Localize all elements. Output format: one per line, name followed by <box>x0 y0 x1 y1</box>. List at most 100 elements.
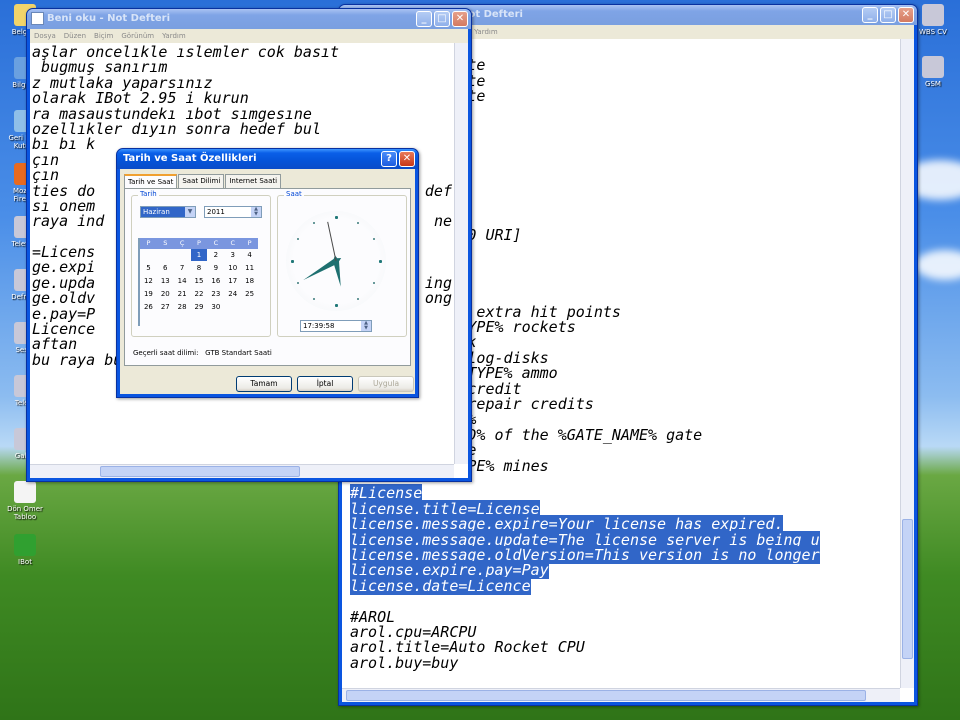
close-button[interactable]: ✕ <box>452 11 468 27</box>
calendar-day[interactable]: 21 <box>174 288 191 300</box>
calendar-day[interactable]: 4 <box>241 249 258 261</box>
calendar-day[interactable]: 20 <box>157 288 174 300</box>
calendar-weekdays: PSÇPCCP <box>140 238 258 249</box>
ibot-icon <box>14 534 36 556</box>
spin-arrows-icon[interactable]: ▲ ▼ <box>361 321 371 331</box>
scroll-thumb[interactable] <box>902 519 913 659</box>
text-line: arol.buy=buy <box>350 653 820 672</box>
notepad-titlebar[interactable]: Beni oku - Not Defteri _ □ ✕ <box>27 9 471 29</box>
scroll-thumb[interactable] <box>346 690 866 701</box>
clock-tick <box>313 221 315 224</box>
calendar-day[interactable]: 1 <box>190 249 208 261</box>
cancel-button[interactable]: İptal <box>297 376 353 392</box>
scroll-thumb[interactable] <box>100 466 300 477</box>
calendar-day[interactable]: 8 <box>191 262 208 274</box>
calendar-day[interactable]: 27 <box>157 301 174 313</box>
apply-button[interactable]: Uygula <box>358 376 414 392</box>
time-stepper[interactable]: 17:39:58 ▲ ▼ <box>300 320 372 332</box>
calendar-day[interactable]: 22 <box>191 288 208 300</box>
clock-tick <box>378 259 382 263</box>
desktop-icon[interactable]: IBot <box>2 534 48 566</box>
dialog-titlebar[interactable]: Tarih ve Saat Özellikleri ? ✕ <box>117 149 418 169</box>
weekday-label: P <box>146 239 151 247</box>
calendar-day[interactable]: 15 <box>191 275 208 287</box>
cloud <box>915 250 960 280</box>
minimize-button[interactable]: _ <box>862 7 878 23</box>
calendar-day[interactable]: 17 <box>224 275 241 287</box>
menu-item[interactable]: Yardım <box>162 29 186 43</box>
calendar-day[interactable]: 10 <box>224 262 241 274</box>
menu-item[interactable]: Dosya <box>34 29 56 43</box>
spin-arrows-icon[interactable]: ▲ ▼ <box>251 207 261 217</box>
tab-2[interactable]: Internet Saati <box>225 174 282 188</box>
calendar-days[interactable]: 1 2 3 4 5 6 7 8 9 10 11 12 13 14 15 16 17 18 19 20 21 22 23 24 2… <box>140 249 258 326</box>
calendar-day[interactable]: 14 <box>174 275 191 287</box>
calendar-day[interactable]: 3 <box>224 249 241 261</box>
menu-item[interactable]: Biçim <box>94 29 113 43</box>
clock-tick <box>334 303 338 307</box>
chevron-down-icon[interactable]: ▼ <box>185 207 195 217</box>
time-group-label: Saat <box>284 190 304 198</box>
calendar-day[interactable]: 26 <box>140 301 157 313</box>
calendar-day[interactable]: 19 <box>140 288 157 300</box>
maximize-button[interactable]: □ <box>880 7 896 23</box>
calendar-day[interactable]: 18 <box>241 275 258 287</box>
date-group: Tarih Haziran ▼ 2011 ▲ ▼ PSÇPCCP 12345678… <box>131 190 271 337</box>
menu-item[interactable]: Düzen <box>64 29 86 43</box>
calendar-day[interactable]: 7 <box>174 262 191 274</box>
weekday-label: P <box>197 239 201 247</box>
vertical-scrollbar[interactable] <box>454 43 468 464</box>
calendar-day[interactable]: 24 <box>224 288 241 300</box>
maximize-button[interactable]: □ <box>434 11 450 27</box>
menu-item[interactable]: Yardım <box>474 25 498 39</box>
text-line <box>350 594 820 609</box>
calendar[interactable]: PSÇPCCP 1 2 3 4 5 6 7 8 9 10 11 12 13 14 15 16 17 18 19 20 2… <box>138 238 258 326</box>
second-hand <box>327 221 337 262</box>
desktop-icon-label: Dön Omer Tabloo <box>7 505 43 521</box>
calendar-day[interactable]: 30 <box>207 301 224 313</box>
text-content-lower: #License license.title=License license.mes… <box>350 471 820 671</box>
line-text: arol.buy=buy <box>350 653 459 672</box>
weekday-label: Ç <box>179 239 185 247</box>
weekday-label: C <box>230 239 235 247</box>
ok-button[interactable]: Tamam <box>236 376 292 392</box>
desktop-icon[interactable]: Dön Omer Tabloo <box>2 481 48 521</box>
calendar-day[interactable]: 6 <box>157 262 174 274</box>
minimize-button[interactable]: _ <box>416 11 432 27</box>
clock-tick <box>296 238 299 240</box>
month-select[interactable]: Haziran ▼ <box>140 206 196 218</box>
tab-0[interactable]: Tarih ve Saat <box>124 174 178 188</box>
calendar-day[interactable]: 2 <box>207 249 224 261</box>
calendar-day[interactable]: 23 <box>207 288 224 300</box>
timezone-caption: Geçerli saat dilimi: <box>133 349 199 357</box>
horizontal-scrollbar[interactable] <box>30 464 454 478</box>
calendar-day[interactable]: 13 <box>157 275 174 287</box>
date-time-dialog[interactable]: Tarih ve Saat Özellikleri ? ✕ Tarih ve S… <box>116 148 419 398</box>
calendar-day[interactable]: 9 <box>207 262 224 274</box>
close-button[interactable]: ✕ <box>898 7 914 23</box>
date-group-label: Tarih <box>138 190 159 198</box>
dialog-body: Tarih ve Saat Saat Dilimi Internet Saati T… <box>120 169 415 394</box>
selected-text: license.date=Licence <box>350 576 531 595</box>
horizontal-scrollbar[interactable] <box>342 688 900 702</box>
year-stepper[interactable]: 2011 ▲ ▼ <box>204 206 262 218</box>
weekday-label: C <box>213 239 219 247</box>
tab-1[interactable]: Saat Dilimi <box>178 174 225 188</box>
timezone-label: Geçerli saat dilimi: GTB Standart Saati <box>133 349 272 357</box>
text-line-tail: ong <box>424 289 452 308</box>
calendar-day[interactable]: 11 <box>241 262 258 274</box>
calendar-day[interactable]: 29 <box>191 301 208 313</box>
help-button[interactable]: ? <box>381 151 397 167</box>
text-line-tail: ne <box>433 212 452 231</box>
app-icon <box>922 4 944 26</box>
app-icon <box>922 56 944 78</box>
menu-item[interactable]: Görünüm <box>121 29 154 43</box>
analog-clock <box>286 211 386 311</box>
calendar-day[interactable]: 16 <box>207 275 224 287</box>
close-button[interactable]: ✕ <box>399 151 415 167</box>
vertical-scrollbar[interactable] <box>900 39 914 688</box>
calendar-day[interactable]: 12 <box>140 275 157 287</box>
calendar-day[interactable]: 28 <box>174 301 191 313</box>
calendar-day[interactable]: 25 <box>241 288 258 300</box>
calendar-day[interactable]: 5 <box>140 262 157 274</box>
